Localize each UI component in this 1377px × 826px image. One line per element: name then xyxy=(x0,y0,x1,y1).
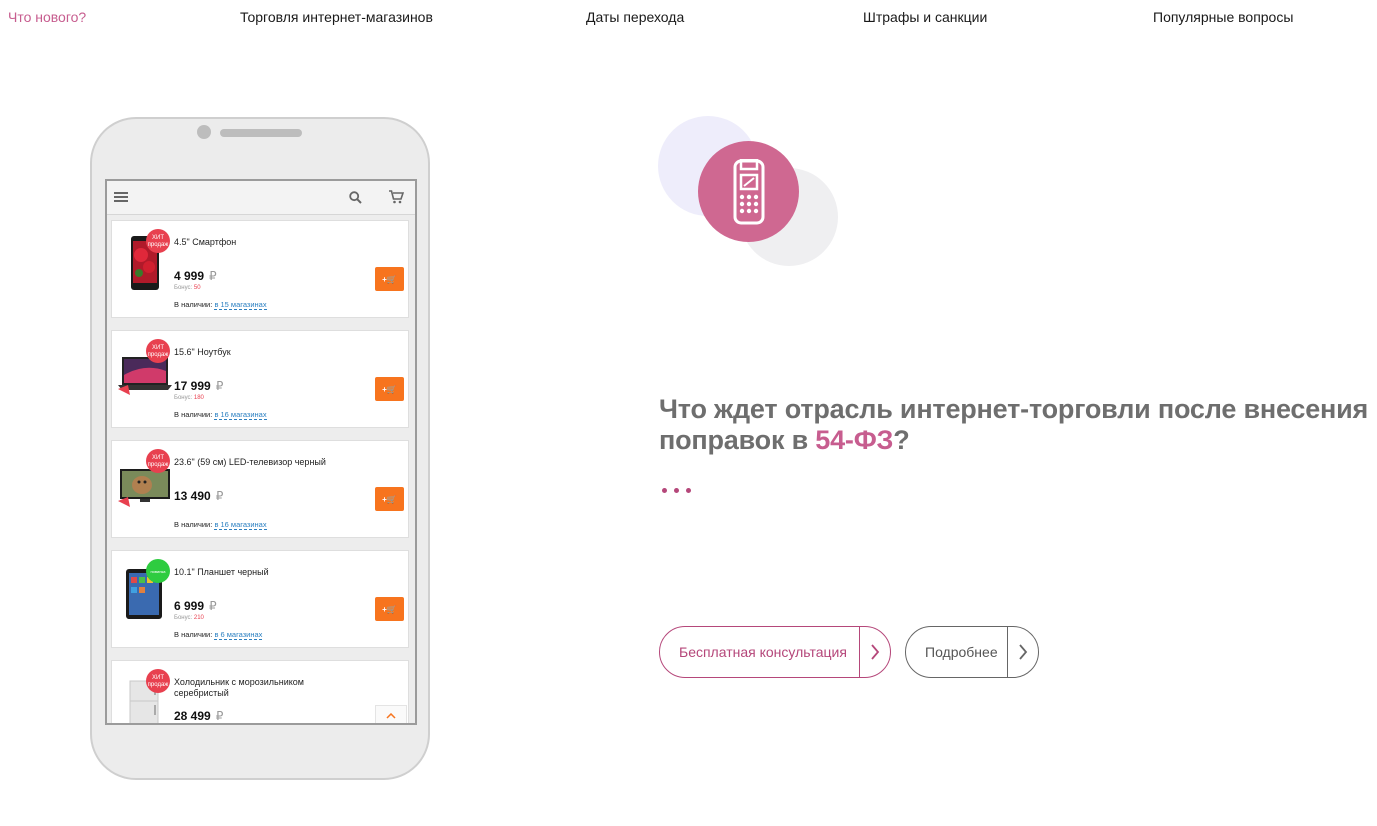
ellipsis-dots xyxy=(662,480,698,498)
product-availability: В наличии: в 15 магазинах xyxy=(174,300,267,310)
free-consultation-button[interactable]: Бесплатная консультация xyxy=(659,626,891,678)
product-card[interactable]: ХИТ продаж 15.6" Ноутбук 17 999 ₽ Бонус: … xyxy=(111,330,409,428)
chevron-up-icon xyxy=(386,713,396,719)
app-bar xyxy=(107,181,415,215)
phone-speaker xyxy=(220,129,302,137)
nav-item-faq[interactable]: Популярные вопросы xyxy=(1153,9,1293,25)
nav-item-fines[interactable]: Штрафы и санкции xyxy=(863,9,987,25)
hit-badge: ХИТ продаж xyxy=(146,229,170,253)
phone-camera xyxy=(197,125,211,139)
product-title[interactable]: 23.6" (59 см) LED-телевизор черный xyxy=(174,457,334,468)
nav-item-whats-new[interactable]: Что нового? xyxy=(8,9,86,25)
product-bonus: Бонус: 210 xyxy=(174,615,204,621)
product-price: 28 499 ₽ xyxy=(174,709,224,723)
chevron-right-icon xyxy=(859,627,890,677)
product-title[interactable]: Холодильник с морозильником серебристый xyxy=(174,677,334,699)
add-to-cart-button[interactable]: +🛒 xyxy=(375,267,404,291)
search-icon[interactable] xyxy=(345,187,365,207)
hit-badge: ХИТ продаж xyxy=(146,339,170,363)
menu-icon[interactable] xyxy=(111,187,131,207)
product-price: 4 999 ₽ xyxy=(174,269,217,283)
scroll-to-top-button[interactable] xyxy=(375,705,407,723)
product-title[interactable]: 10.1" Планшет черный xyxy=(174,567,334,578)
new-badge: новинка xyxy=(146,559,170,583)
top-nav: Что нового? Торговля интернет-магазинов … xyxy=(0,0,1377,36)
product-card[interactable]: ХИТ продаж 23.6" (59 см) LED-телевизор ч… xyxy=(111,440,409,538)
nav-item-transition-dates[interactable]: Даты перехода xyxy=(586,9,684,25)
product-availability: В наличии: в 16 магазинах xyxy=(174,410,267,420)
phone-mockup: ХИТ продаж 4.5" Смартфон 4 999 ₽ Бонус: 5… xyxy=(90,117,430,780)
hit-badge: ХИТ продаж xyxy=(146,449,170,473)
stores-link[interactable]: в 6 магазинах xyxy=(214,630,263,640)
product-title[interactable]: 15.6" Ноутбук xyxy=(174,347,334,358)
hero-headline: Что ждет отрасль интернет-торговли после… xyxy=(659,394,1369,455)
add-to-cart-button[interactable]: +🛒 xyxy=(375,487,404,511)
pos-terminal-icon xyxy=(698,141,799,242)
add-to-cart-button[interactable]: +🛒 xyxy=(375,377,404,401)
hit-badge: ХИТ продаж xyxy=(146,669,170,693)
product-bonus: Бонус: 180 xyxy=(174,395,204,401)
product-card[interactable]: новинка 10.1" Планшет черный 6 999 ₽ Бону… xyxy=(111,550,409,648)
product-price: 6 999 ₽ xyxy=(174,599,217,613)
stores-link[interactable]: в 16 магазинах xyxy=(214,410,267,420)
product-title[interactable]: 4.5" Смартфон xyxy=(174,237,334,248)
product-price: 13 490 ₽ xyxy=(174,489,224,503)
nav-item-online-trade[interactable]: Торговля интернет-магазинов xyxy=(240,9,433,25)
product-availability: В наличии: в 16 магазинах xyxy=(174,520,267,530)
cart-icon[interactable] xyxy=(386,187,406,207)
product-bonus: Бонус: 50 xyxy=(174,285,201,291)
product-card[interactable]: ХИТ продаж 4.5" Смартфон 4 999 ₽ Бонус: 5… xyxy=(111,220,409,318)
add-to-cart-button[interactable]: +🛒 xyxy=(375,597,404,621)
product-card[interactable]: ХИТ продаж Холодильник с морозильником с… xyxy=(111,660,409,723)
product-price: 17 999 ₽ xyxy=(174,379,224,393)
stores-link[interactable]: в 16 магазинах xyxy=(214,520,267,530)
phone-screen: ХИТ продаж 4.5" Смартфон 4 999 ₽ Бонус: 5… xyxy=(105,179,417,725)
stores-link[interactable]: в 15 магазинах xyxy=(214,300,267,310)
more-details-button[interactable]: Подробнее xyxy=(905,626,1039,678)
product-availability: В наличии: в 6 магазинах xyxy=(174,630,263,640)
chevron-right-icon xyxy=(1007,627,1038,677)
